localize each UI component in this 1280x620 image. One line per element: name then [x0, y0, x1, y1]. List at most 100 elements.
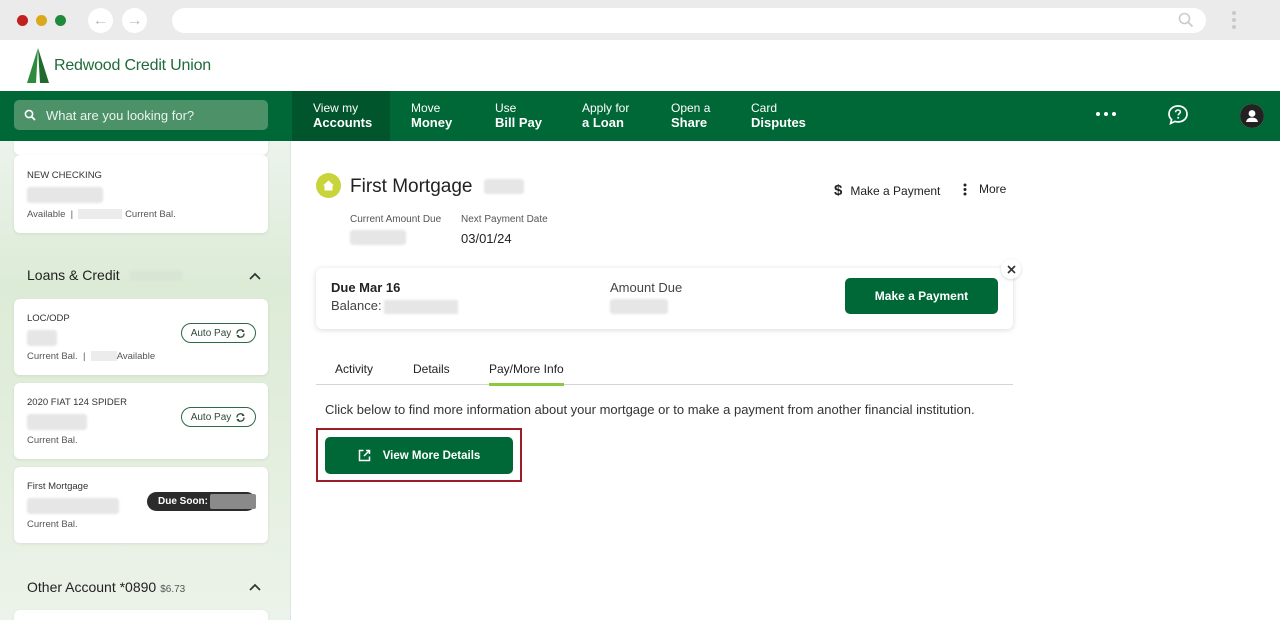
view-more-details-button[interactable]: View More Details	[325, 437, 513, 474]
account-footer: Current Bal.	[27, 519, 78, 530]
logo-bar: Redwood Credit Union	[0, 40, 1280, 91]
auto-pay-badge[interactable]: Auto Pay	[181, 323, 256, 343]
account-footer: Available | Current Bal.	[27, 209, 176, 220]
badge-label: Auto Pay	[190, 411, 232, 423]
tab-details[interactable]: Details	[413, 362, 450, 383]
nav-item-apply-loan[interactable]: Apply for a Loan	[582, 91, 629, 141]
browser-menu-icon[interactable]	[1228, 8, 1240, 34]
nav-item-move-money[interactable]: Move Money	[411, 91, 452, 141]
nav-item-line2: Accounts	[313, 115, 373, 130]
redwood-tree-icon	[27, 48, 49, 83]
close-icon[interactable]	[1001, 259, 1021, 279]
current-amount-due-label: Current Amount Due	[350, 214, 442, 225]
forward-arrow-icon[interactable]: →	[122, 8, 147, 33]
more-menu-icon[interactable]	[1096, 112, 1116, 120]
user-avatar-icon[interactable]	[1240, 104, 1264, 128]
nav-item-line2: a Loan	[582, 115, 624, 130]
auto-pay-badge[interactable]: Auto Pay	[181, 407, 256, 427]
nav-item-card-disputes[interactable]: Card Disputes	[751, 91, 806, 141]
search-placeholder: What are you looking for?	[46, 107, 195, 123]
account-footer: Current Bal. | Available	[27, 351, 155, 362]
help-chat-icon[interactable]	[1167, 104, 1189, 126]
chevron-up-icon[interactable]	[249, 272, 261, 280]
account-name: First Mortgage	[27, 481, 89, 492]
nav-item-line1: Card	[751, 101, 778, 115]
accounts-sidebar: NEW CHECKING Available | Current Bal. Lo…	[0, 141, 291, 620]
account-card-first-mortgage[interactable]: First Mortgage Due Soon: Current Bal.	[14, 467, 268, 543]
window-close-dot[interactable]	[17, 15, 28, 26]
current-balance-label: Current Bal.	[125, 209, 176, 220]
nav-item-line1: Use	[495, 101, 517, 115]
refresh-icon	[236, 412, 245, 422]
nav-item-bill-pay[interactable]: Use Bill Pay	[495, 91, 542, 141]
other-account-heading[interactable]: Other Account *0890 $6.73	[27, 579, 185, 595]
window-maximize-dot[interactable]	[55, 15, 66, 26]
balance-row: Balance:	[331, 298, 458, 314]
account-name: NEW CHECKING	[27, 170, 102, 181]
more-actions-link[interactable]: More	[963, 182, 1006, 196]
account-card-new-checking[interactable]: NEW CHECKING Available | Current Bal.	[14, 155, 268, 233]
account-card-top-partial[interactable]	[14, 141, 268, 155]
page-title: First Mortgage	[350, 176, 473, 197]
nav-item-line2: Share	[671, 115, 708, 130]
pay-info-text: Click below to find more information abo…	[325, 402, 975, 417]
person-icon	[1240, 104, 1264, 128]
next-payment-date-label: Next Payment Date	[461, 214, 548, 225]
make-payment-label: Make a Payment	[850, 183, 941, 198]
refresh-icon	[236, 328, 245, 338]
nav-item-line2: Disputes	[751, 115, 806, 130]
back-arrow-icon[interactable]: ←	[88, 8, 113, 33]
make-payment-link[interactable]: $ Make a Payment	[834, 182, 940, 199]
masked-date	[210, 494, 256, 509]
available-label: Available	[116, 351, 156, 362]
logo-text: Redwood Credit Union	[54, 56, 211, 74]
external-link-icon	[358, 449, 370, 462]
due-date-title: Due Mar 16	[331, 280, 401, 295]
dollar-icon: $	[834, 182, 843, 199]
nav-item-line2: Money	[411, 115, 453, 130]
browser-chrome: ← →	[0, 0, 1280, 40]
nav-item-accounts[interactable]: View my Accounts	[292, 91, 390, 141]
account-card-fiat-spider[interactable]: 2020 FIAT 124 SPIDER Auto Pay Current Ba…	[14, 383, 268, 459]
separator: |	[70, 209, 74, 220]
tab-activity[interactable]: Activity	[335, 362, 373, 383]
current-balance-label: Current Bal.	[27, 351, 78, 362]
account-card-bottom-partial[interactable]	[14, 610, 268, 620]
search-icon	[1178, 12, 1194, 28]
due-soon-badge: Due Soon:	[147, 492, 256, 511]
masked-amount-due	[610, 299, 668, 314]
main-nav: What are you looking for? View my Accoun…	[0, 91, 1280, 141]
nav-item-open-share[interactable]: Open a Share	[671, 91, 710, 141]
account-card-loc-odp[interactable]: LOC/ODP Auto Pay Current Bal. | Availabl…	[14, 299, 268, 375]
tab-pay-more-info[interactable]: Pay/More Info	[489, 362, 564, 386]
masked-balance	[27, 330, 57, 346]
view-more-details-label: View More Details	[382, 449, 481, 462]
masked-balance	[27, 498, 119, 514]
window-minimize-dot[interactable]	[36, 15, 47, 26]
nav-item-line1: Move	[411, 101, 441, 115]
logo[interactable]: Redwood Credit Union	[27, 48, 211, 83]
badge-label: Auto Pay	[190, 327, 232, 339]
section-title-text: Other Account *0890	[27, 579, 157, 595]
section-amount: $6.73	[160, 584, 186, 595]
masked-account-number	[484, 179, 524, 194]
chevron-up-icon[interactable]	[249, 583, 261, 591]
next-payment-date-value: 03/01/24	[461, 231, 512, 246]
nav-item-line2: Bill Pay	[495, 115, 542, 130]
account-name: 2020 FIAT 124 SPIDER	[27, 397, 127, 408]
section-title-text: Loans & Credit	[27, 267, 120, 283]
account-name: LOC/ODP	[27, 313, 70, 324]
search-input[interactable]: What are you looking for?	[14, 100, 268, 130]
more-label: More	[979, 182, 1007, 196]
badge-label: Due Soon:	[158, 496, 208, 507]
masked-balance	[27, 414, 87, 430]
masked-balance	[27, 187, 103, 203]
address-bar[interactable]	[172, 8, 1206, 33]
separator: |	[82, 351, 86, 362]
search-icon	[24, 109, 36, 121]
make-payment-button[interactable]: Make a Payment	[845, 278, 998, 314]
loans-credit-heading[interactable]: Loans & Credit	[27, 267, 182, 283]
available-label: Available	[27, 209, 66, 220]
masked-current-amount	[350, 230, 406, 245]
payment-due-card: Due Mar 16 Balance: Amount Due Make a Pa…	[316, 268, 1013, 329]
